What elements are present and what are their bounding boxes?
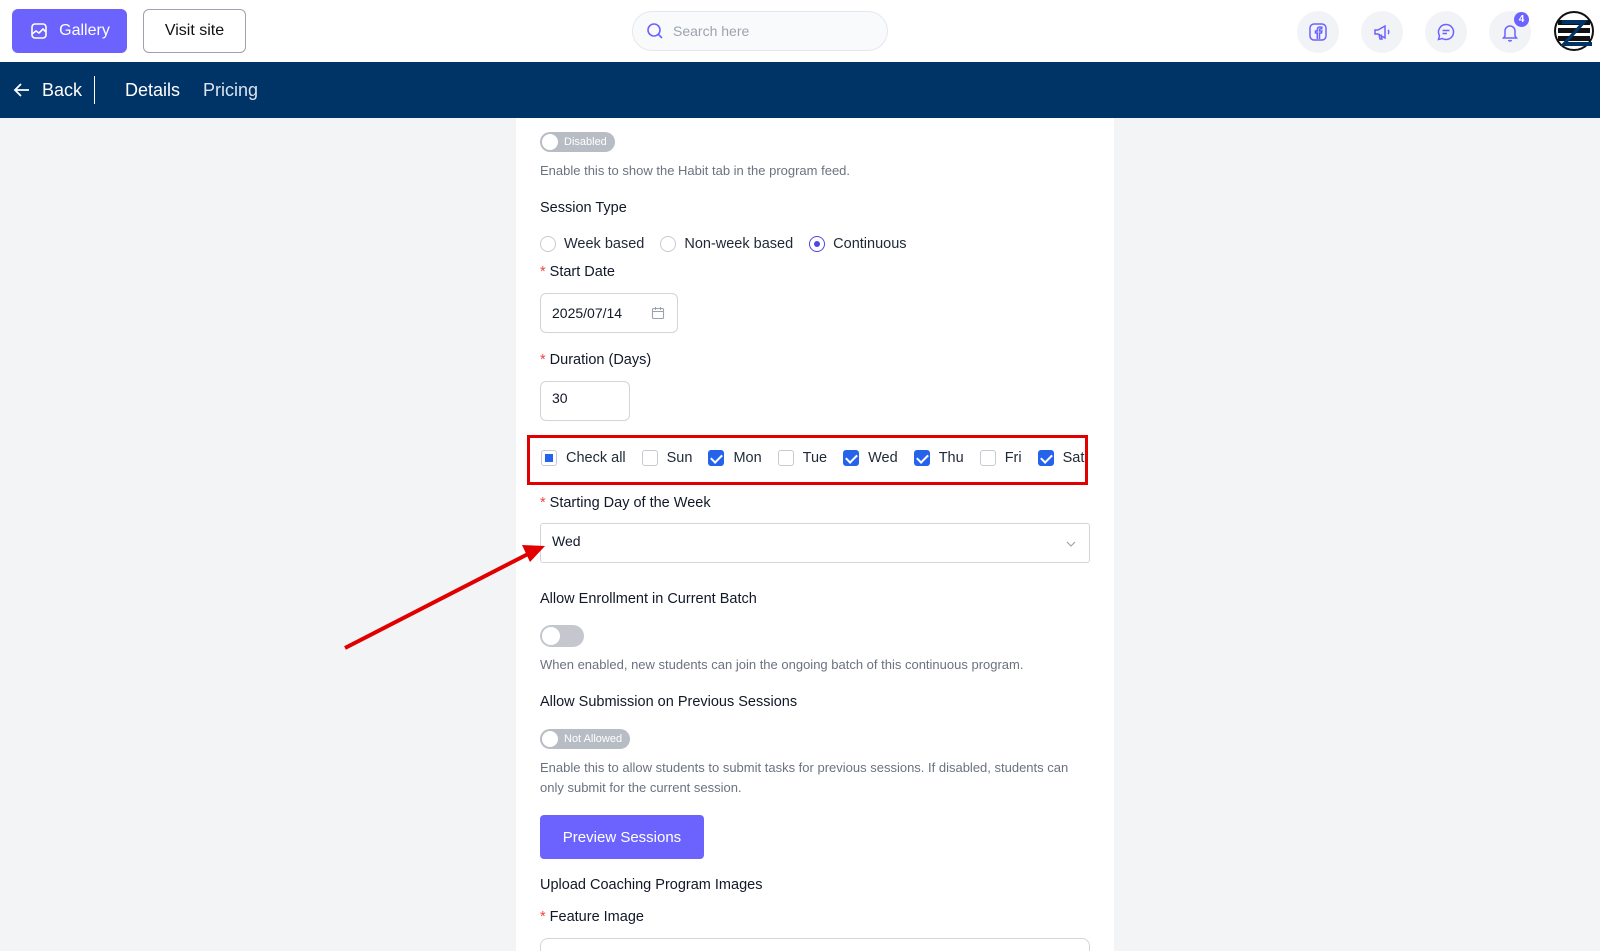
duration-label-text: Duration (Days) [549,352,652,368]
start-date-field[interactable]: 2025/07/14 [540,293,678,333]
facebook-icon [1309,23,1327,41]
search-icon [647,23,663,39]
submission-toggle-label: Not Allowed [564,733,623,745]
visit-site-label: Visit site [164,22,225,39]
submission-label: Allow Submission on Previous Sessions [540,694,798,710]
radio-non-week-based[interactable]: Non-week based [660,236,793,252]
checkbox-box [979,450,996,466]
notifications-button[interactable]: 4 [1489,11,1531,53]
checkbox-sun[interactable]: Sun [641,450,693,466]
checkbox-label: Sun [666,450,693,466]
search-bar [632,11,888,51]
checkbox-box [541,450,557,466]
top-bar: Gallery Visit site 4 [0,0,1600,62]
duration-input[interactable]: 30 [540,381,630,421]
start-date-label-text: Start Date [549,264,615,280]
checkbox-label: Tue [802,450,828,466]
starting-day-value: Wed [552,533,581,549]
required-mark: * [540,909,546,925]
starting-day-label: * Starting Day of the Week [540,495,711,511]
radio-week-based[interactable]: Week based [540,236,644,252]
calendar-icon [651,307,665,320]
back-label: Back [42,79,83,100]
megaphone-icon [1374,24,1390,40]
checkbox-thu[interactable]: Thu [913,450,964,466]
habit-toggle-label: Disabled [564,136,607,148]
checkbox-label: Fri [1004,450,1022,466]
radio-label: Continuous [833,236,907,252]
annotation-arrow-line [344,551,531,650]
checkbox-sat[interactable]: Sat [1037,450,1085,466]
checkbox-label: Sat [1062,450,1085,466]
session-type-label: Session Type [540,200,627,216]
facebook-button[interactable] [1297,11,1339,53]
back-button[interactable]: Back [12,62,82,118]
search-input[interactable] [673,23,873,39]
upload-images-label: Upload Coaching Program Images [540,877,763,893]
checkbox-check-all[interactable]: Check all [541,450,626,466]
preview-sessions-button[interactable]: Preview Sessions [540,815,704,859]
checkbox-mon[interactable]: Mon [708,450,762,466]
submission-help-text: Enable this to allow students to submit … [540,760,1069,795]
start-date-label: * Start Date [540,264,615,280]
checkbox-box [843,450,860,466]
radio-circle [809,236,826,252]
checkbox-label: Check all [566,450,626,466]
feature-image-label: * Feature Image [540,909,644,925]
enrollment-label: Allow Enrollment in Current Batch [540,591,757,607]
gallery-button[interactable]: Gallery [12,9,127,53]
checkbox-box [1037,450,1054,466]
radio-label: Week based [564,236,645,252]
required-mark: * [540,352,546,368]
checkbox-label: Thu [938,450,964,466]
feature-image-upload-area[interactable] [540,938,1090,951]
submission-toggle[interactable]: Not Allowed [540,729,631,749]
starting-day-label-text: Starting Day of the Week [549,495,711,511]
checkbox-tue[interactable]: Tue [777,450,828,466]
checkbox-box [641,450,658,466]
announcements-button[interactable] [1361,11,1403,53]
nav-divider [94,76,95,104]
gallery-label: Gallery [59,22,110,39]
notification-badge: 4 [1514,12,1529,27]
habit-help-text: Enable this to show the Habit tab in the… [540,163,851,178]
sub-navigation: Back Details Pricing [0,62,1600,118]
tab-pricing[interactable]: Pricing [203,62,258,118]
session-type-group: Week based Non-week based Continuous [540,236,923,252]
radio-circle [660,236,677,252]
required-mark: * [540,495,546,511]
duration-value: 30 [552,390,568,406]
checkbox-box [777,450,794,466]
required-mark: * [540,264,546,280]
enrollment-help-text: When enabled, new students can join the … [540,657,1024,672]
chat-icon [1437,23,1455,41]
checkbox-label: Wed [868,450,898,466]
checkbox-fri[interactable]: Fri [979,450,1022,466]
radio-label: Non-week based [684,236,794,252]
messages-button[interactable] [1425,11,1467,53]
visit-site-button[interactable]: Visit site [143,9,246,53]
feature-image-label-text: Feature Image [549,909,644,925]
radio-circle [540,236,556,252]
starting-day-select[interactable]: Wed [540,523,1090,563]
chevron-down-icon [1066,541,1076,547]
tab-details[interactable]: Details [125,62,180,118]
enrollment-toggle[interactable] [540,625,584,647]
habit-toggle[interactable]: Disabled [540,132,615,152]
checkbox-box [913,450,930,466]
checkbox-box [708,450,725,466]
days-of-week-group: Check all Sun Mon Tue Wed Thu Fri Sat [541,450,1100,466]
duration-label: * Duration (Days) [540,352,651,368]
gallery-icon [31,23,47,39]
checkbox-wed[interactable]: Wed [843,450,898,466]
checkbox-label: Mon [733,450,762,466]
radio-continuous[interactable]: Continuous [809,236,907,252]
start-date-value: 2025/07/14 [552,305,623,321]
arrow-left-icon [13,83,29,97]
brand-logo[interactable] [1554,11,1594,51]
